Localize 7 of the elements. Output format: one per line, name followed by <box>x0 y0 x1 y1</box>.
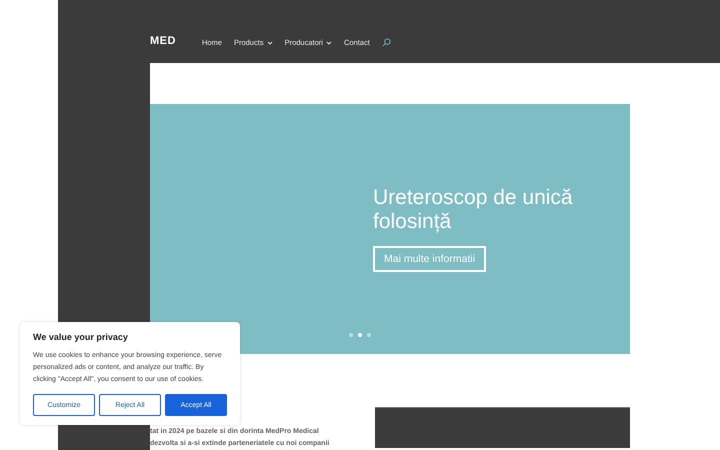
slide-dot[interactable] <box>358 333 362 337</box>
search-icon[interactable] <box>382 38 391 47</box>
slide-dot[interactable] <box>349 333 353 337</box>
slide-title: Ureteroscop de unică folosință <box>373 186 574 234</box>
cookie-title: We value your privacy <box>33 332 129 342</box>
logo[interactable]: MED <box>150 35 176 47</box>
slide-dot[interactable] <box>367 333 371 337</box>
